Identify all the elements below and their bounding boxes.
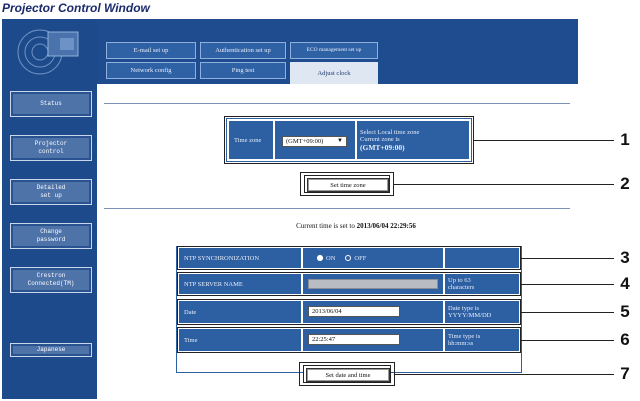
sidebar-item-detailed-set-up[interactable]: Detailed set up <box>10 179 92 205</box>
current-time-value: 2013/06/04 22:29:56 <box>356 222 416 230</box>
tab-ping-test[interactable]: Ping test <box>200 62 286 79</box>
callout-number-6: 6 <box>620 330 630 349</box>
sidebar-item-projector-control[interactable]: Projector control <box>10 135 92 161</box>
callout-line-4 <box>521 284 614 285</box>
callout-line-1 <box>474 140 614 141</box>
callout-box-4 <box>177 272 521 296</box>
window-title: Projector Control Window <box>2 1 150 15</box>
divider <box>104 103 570 104</box>
tab-adjust-clock[interactable]: Adjust clock <box>290 62 378 84</box>
callout-number-7: 7 <box>620 364 630 383</box>
callout-number-2: 2 <box>620 174 630 193</box>
tab-eco-management-set-up[interactable]: ECO management set up <box>290 42 378 59</box>
sidebar-item-change-password[interactable]: Change password <box>10 223 92 249</box>
callout-box-2 <box>300 172 394 196</box>
callout-number-5: 5 <box>620 302 630 321</box>
callout-line-6 <box>521 340 614 341</box>
tab-network-config[interactable]: Network config <box>106 62 196 79</box>
callout-box-5 <box>177 299 521 325</box>
sidebar-item-crestron-connected[interactable]: Crestron Connected(TM) <box>10 267 92 293</box>
window-titlebar: Projector Control Window <box>0 0 640 18</box>
callout-box-7 <box>299 362 395 386</box>
callout-line-2 <box>394 184 614 185</box>
divider <box>104 208 570 209</box>
callout-box-3 <box>177 246 521 270</box>
logo-graphic-icon <box>17 29 79 75</box>
tab-authentication-set-up[interactable]: Authentication set up <box>200 42 286 59</box>
callout-line-3 <box>521 258 614 259</box>
callout-line-7 <box>395 374 614 375</box>
current-time-line: Current time is set to 2013/06/04 22:29:… <box>236 222 476 234</box>
callout-box-1 <box>224 116 474 164</box>
callout-number-1: 1 <box>620 130 630 149</box>
callout-number-4: 4 <box>620 274 630 293</box>
callout-box-6 <box>177 327 521 353</box>
sidebar-item-status[interactable]: Status <box>10 91 92 117</box>
sidebar-item-language[interactable]: Japanese <box>10 343 92 357</box>
tab-email-set-up[interactable]: E-mail set up <box>106 42 196 59</box>
current-time-prefix: Current time is set to <box>296 222 355 230</box>
callout-line-5 <box>521 312 614 313</box>
callout-number-3: 3 <box>620 248 630 267</box>
